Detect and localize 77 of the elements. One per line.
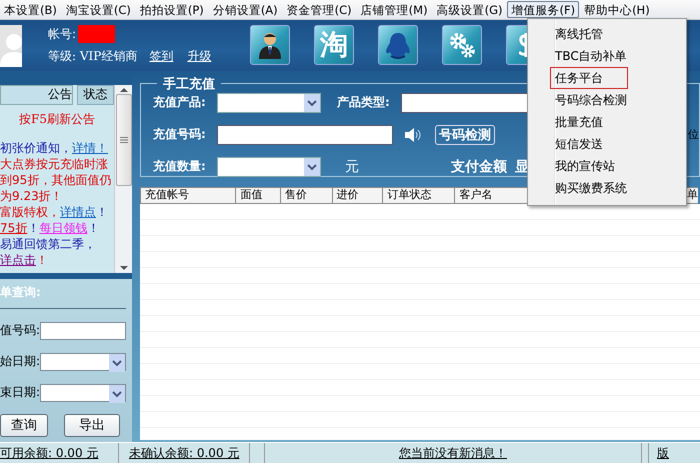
speaker-icon[interactable]: [405, 128, 421, 142]
toolbar-button[interactable]: [442, 25, 482, 66]
menu-item[interactable]: 店铺管理(M): [356, 0, 432, 18]
scrollbar[interactable]: [114, 84, 132, 273]
field-label: 始日期:: [0, 353, 40, 370]
notice-text: 富版特权，详情点！: [0, 204, 109, 220]
check-number-button[interactable]: 号码检测: [435, 124, 495, 145]
menu-item[interactable]: 离线托管: [550, 23, 608, 45]
date-dropdown[interactable]: [40, 352, 126, 371]
menu-item[interactable]: TBC自动补单: [550, 45, 632, 67]
section-title: 单查询:: [0, 284, 126, 309]
menu-item[interactable]: 号码综合检测: [550, 89, 632, 111]
link[interactable]: 签到: [149, 48, 174, 66]
toolbar-button[interactable]: [250, 25, 290, 66]
menu-item[interactable]: 淘宝设置(C): [62, 0, 135, 18]
input-field[interactable]: [217, 124, 393, 145]
status-text: 未确认余额: 0.00 元: [129, 444, 240, 462]
field-label: 产品类型:: [337, 94, 391, 112]
column-header[interactable]: 售价: [280, 187, 332, 204]
menu-item[interactable]: 增值服务(F): [507, 0, 580, 18]
product-dropdown[interactable]: [217, 92, 321, 113]
status-text: 版: [657, 444, 669, 462]
notice-text: 大点券按元充临时涨到95折，其他面值仍为9.23折！: [0, 156, 112, 204]
column-header[interactable]: 面值: [236, 187, 280, 204]
field-label: 充值号码:: [153, 126, 207, 144]
toolbar-button[interactable]: [378, 25, 418, 66]
field-label: 支付金额: [451, 158, 507, 176]
menu-item[interactable]: 我的宣传站: [550, 155, 620, 177]
level-label: 等级: VIP经销商: [48, 48, 138, 66]
status-text: 可用余额: 0.00 元: [0, 444, 98, 462]
input-field[interactable]: [40, 322, 126, 340]
refresh-hint: 按F5刷新公告: [18, 110, 96, 128]
unit-label: 元: [345, 158, 359, 176]
account-label: 帐号:: [48, 26, 76, 43]
tab[interactable]: 状态: [77, 84, 114, 105]
menu-item[interactable]: 本设置(B): [0, 0, 61, 18]
quantity-dropdown[interactable]: [217, 156, 321, 177]
menu-item[interactable]: 拍拍设置(P): [136, 0, 208, 18]
penguin-icon: [385, 31, 411, 60]
menu-item[interactable]: 高级设置(G): [432, 0, 506, 18]
menu-item[interactable]: 分销设置(A): [208, 0, 282, 18]
menu-item[interactable]: 批量充值: [550, 111, 608, 133]
column-header[interactable]: 进价: [332, 187, 383, 204]
column-header[interactable]: 充值帐号: [140, 187, 236, 204]
menu-item[interactable]: 购买缴费系统: [550, 177, 632, 199]
field-label: 束日期:: [0, 384, 40, 402]
grip-icon: [120, 136, 128, 143]
notice-text: 易通回馈第二季， 详点击！: [0, 236, 97, 268]
gears-icon: [448, 31, 476, 60]
menu-item[interactable]: 帮助中心(H): [580, 0, 654, 18]
field-label: 充值数量:: [153, 158, 207, 176]
link[interactable]: 详情！: [72, 140, 108, 155]
action-button[interactable]: 导出: [64, 414, 120, 437]
field-label: 值号码:: [0, 322, 40, 340]
dropdown-menu[interactable]: 离线托管 TBC自动补单 任务平台 号码综合检测 批量充值 短信发送 我的宣传站 购买缴费系统: [527, 18, 687, 206]
status-text: 您当前没有新消息！: [399, 444, 507, 462]
menu-item[interactable]: 短信发送: [550, 133, 608, 155]
field-label: 显: [515, 158, 529, 176]
avatar: [0, 24, 22, 67]
field-label: 位: [688, 127, 699, 142]
notice-text: 75折！每日领钱！: [0, 220, 100, 236]
field-label: 充值产品:: [153, 94, 207, 112]
redaction-block: [78, 25, 116, 44]
tab[interactable]: 公告: [0, 84, 74, 105]
link[interactable]: 75折: [0, 220, 28, 235]
column-header[interactable]: 订单状态: [382, 187, 455, 204]
notice-text: 初张价通知，详情！: [0, 140, 109, 156]
date-dropdown[interactable]: [40, 384, 126, 402]
link[interactable]: 升级: [187, 48, 212, 66]
link[interactable]: 详点击: [0, 252, 36, 267]
section-title: 手工充值: [162, 76, 216, 93]
scroll-down-icon[interactable]: [120, 266, 128, 270]
action-button[interactable]: 查询: [0, 414, 48, 437]
menu-item[interactable]: 资金管理(C): [282, 0, 356, 18]
menu-item[interactable]: 任务平台: [550, 67, 628, 89]
link[interactable]: 详情点: [60, 204, 96, 219]
person-icon: [258, 31, 282, 60]
